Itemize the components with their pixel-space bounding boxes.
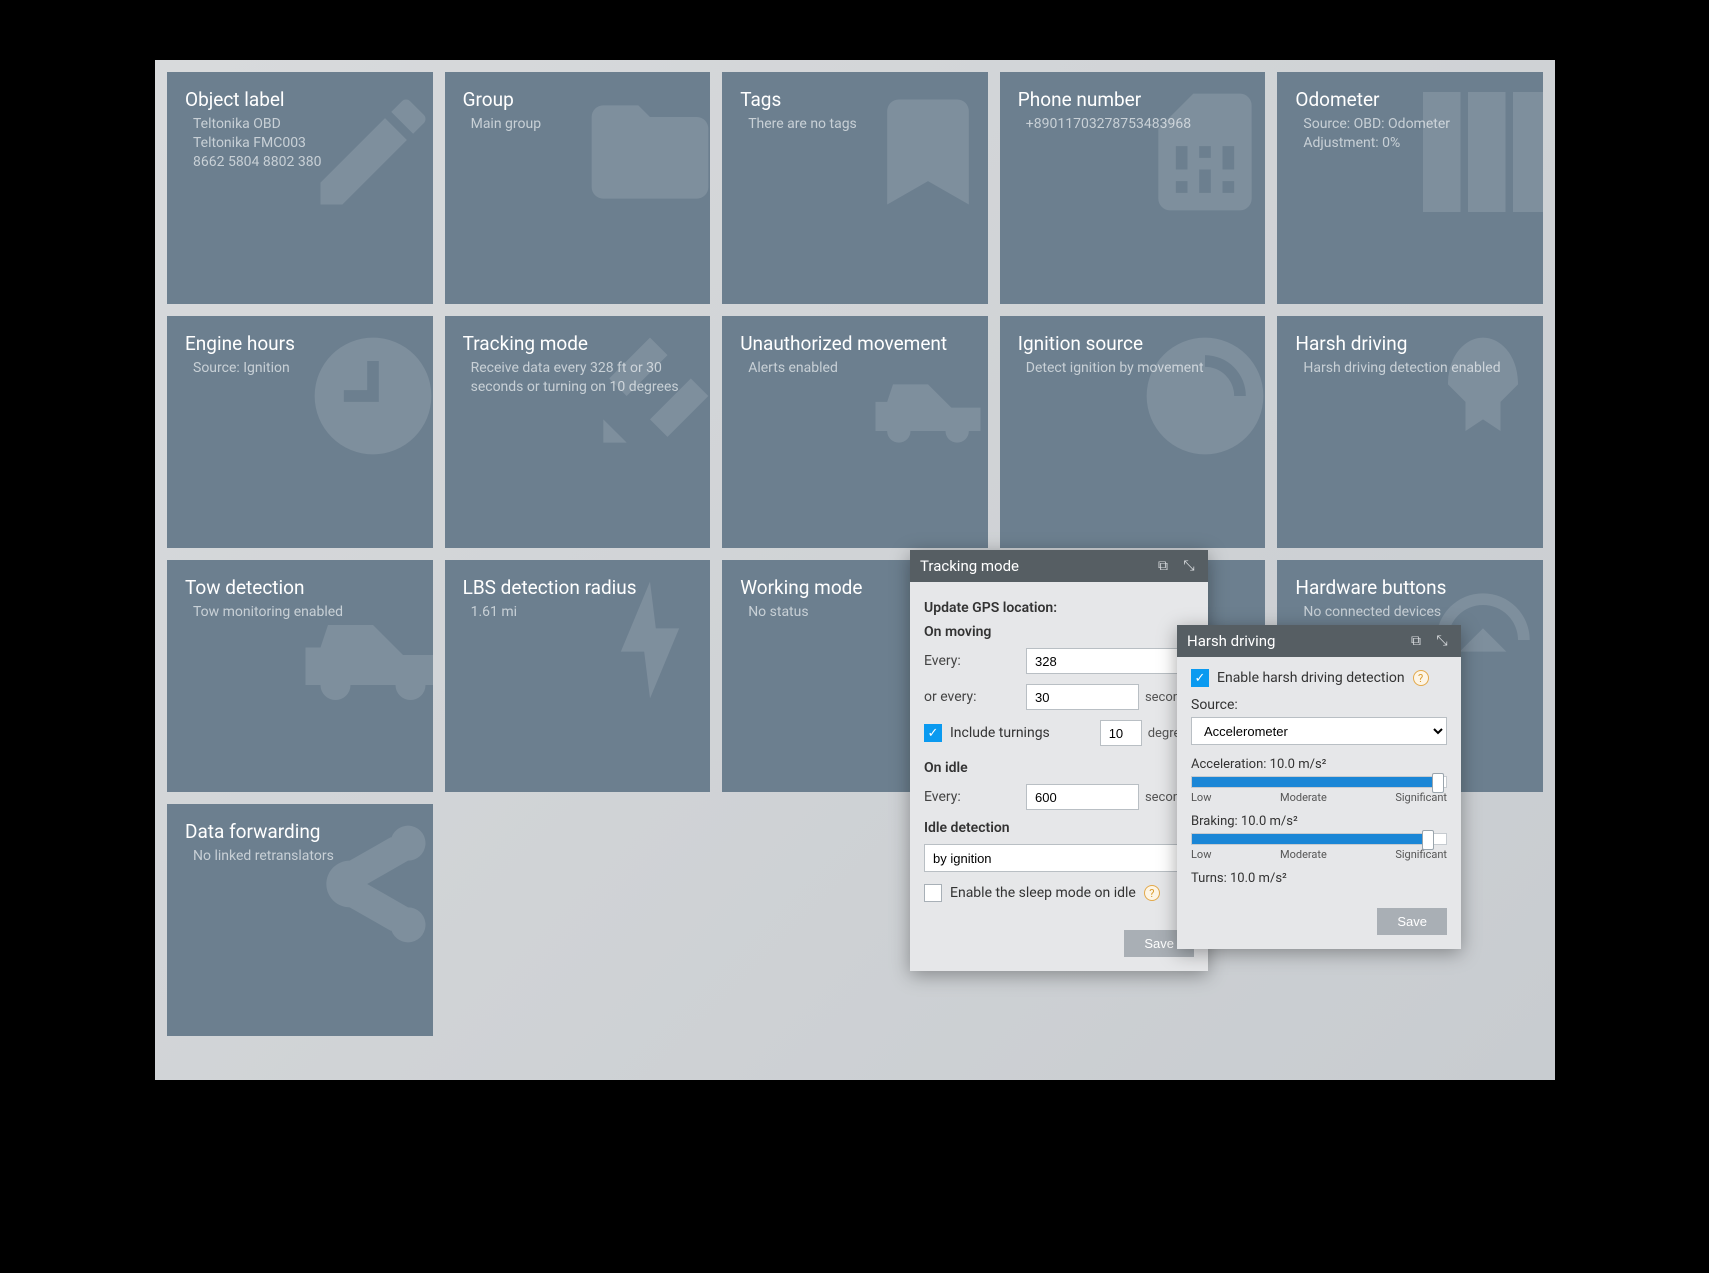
tile-odometer[interactable]: Odometer Source: OBD: Odometer Adjustmen… [1277, 72, 1543, 304]
distance-row: Every: ft [924, 648, 1194, 674]
braking-label: Braking: 10.0 m/s² [1191, 814, 1447, 829]
help-icon[interactable]: ? [1144, 885, 1160, 901]
tile-unauthorized-movement[interactable]: Unauthorized movement Alerts enabled [722, 316, 988, 548]
tile-title: Engine hours [185, 332, 415, 355]
include-turnings-checkbox[interactable]: ✓ Include turnings [924, 724, 1088, 742]
or-every-label: or every: [924, 689, 1014, 705]
tile-title: Ignition source [1018, 332, 1248, 355]
harsh-driving-dialog: Harsh driving ⧉ ⤡ ✓ Enable harsh driving… [1177, 625, 1461, 949]
dialog-header[interactable]: Tracking mode ⧉ ⤡ [910, 550, 1208, 582]
dialog-title: Harsh driving [1187, 632, 1399, 650]
tile-desc: No linked retranslators [185, 847, 415, 866]
minimize-icon[interactable]: ⤡ [1180, 557, 1198, 575]
idle-interval-input[interactable] [1026, 784, 1139, 810]
tile-desc: Detect ignition by movement [1018, 359, 1248, 378]
tile-desc: 1.61 mi [463, 603, 693, 622]
minimize-icon[interactable]: ⤡ [1433, 632, 1451, 650]
idle-detection-label: Idle detection [924, 820, 1194, 836]
tile-title: Tracking mode [463, 332, 693, 355]
tile-title: Phone number [1018, 88, 1248, 111]
tile-title: Unauthorized movement [740, 332, 970, 355]
source-label: Source: [1191, 697, 1447, 713]
enable-harsh-label: Enable harsh driving detection [1217, 670, 1405, 686]
slider-thumb[interactable] [1432, 773, 1444, 793]
include-turnings-label: Include turnings [950, 725, 1050, 741]
checkbox-unchecked-icon [924, 884, 942, 902]
sleep-mode-checkbox[interactable]: Enable the sleep mode on idle ? [924, 884, 1194, 902]
tile-ignition-source[interactable]: Ignition source Detect ignition by movem… [1000, 316, 1266, 548]
tile-title: Object label [185, 88, 415, 111]
every-label: Every: [924, 653, 1014, 669]
turns-label: Turns: 10.0 m/s² [1191, 871, 1447, 886]
tile-desc: There are no tags [740, 115, 970, 134]
idle-every-row: Every: seconds [924, 784, 1194, 810]
enable-harsh-checkbox[interactable]: ✓ Enable harsh driving detection ? [1191, 669, 1447, 687]
tile-object-label[interactable]: Object label Teltonika OBD Teltonika FMC… [167, 72, 433, 304]
tile-lbs-radius[interactable]: LBS detection radius 1.61 mi [445, 560, 711, 792]
checkbox-checked-icon: ✓ [924, 724, 942, 742]
sleep-mode-label: Enable the sleep mode on idle [950, 885, 1136, 901]
braking-slider[interactable] [1191, 833, 1447, 845]
save-button[interactable]: Save [1377, 908, 1447, 935]
tile-tags[interactable]: Tags There are no tags [722, 72, 988, 304]
tile-desc: Source: OBD: Odometer Adjustment: 0% [1295, 115, 1525, 153]
workspace: Object label Teltonika OBD Teltonika FMC… [155, 60, 1555, 1080]
dialog-header[interactable]: Harsh driving ⧉ ⤡ [1177, 625, 1461, 657]
interval-row: or every: seconds [924, 684, 1194, 710]
on-moving-label: On moving [924, 624, 1194, 640]
duplicate-icon[interactable]: ⧉ [1154, 557, 1172, 575]
interval-input[interactable] [1026, 684, 1139, 710]
tile-title: Hardware buttons [1295, 576, 1525, 599]
tile-desc: Tow monitoring enabled [185, 603, 415, 622]
dialog-body: ✓ Enable harsh driving detection ? Sourc… [1177, 657, 1461, 902]
idle-detection-input[interactable] [924, 844, 1194, 872]
tile-desc: Receive data every 328 ft or 30 seconds … [463, 359, 693, 397]
slider-thumb[interactable] [1422, 830, 1434, 850]
help-icon[interactable]: ? [1413, 670, 1429, 686]
checkbox-checked-icon: ✓ [1191, 669, 1209, 687]
tile-data-forwarding[interactable]: Data forwarding No linked retranslators [167, 804, 433, 1036]
slider-legend: Low Moderate Significant [1191, 791, 1447, 804]
tile-title: Group [463, 88, 693, 111]
tile-desc: No connected devices [1295, 603, 1525, 622]
dialog-body: Update GPS location: On moving Every: ft… [910, 582, 1208, 924]
tile-desc: Source: Ignition [185, 359, 415, 378]
slider-legend: Low Moderate Significant [1191, 848, 1447, 861]
dialog-title: Tracking mode [920, 557, 1146, 575]
tile-desc: Teltonika OBD Teltonika FMC003 8662 5804… [185, 115, 415, 172]
tile-title: LBS detection radius [463, 576, 693, 599]
tile-desc: Main group [463, 115, 693, 134]
acceleration-label: Acceleration: 10.0 m/s² [1191, 757, 1447, 772]
tile-harsh-driving[interactable]: Harsh driving Harsh driving detection en… [1277, 316, 1543, 548]
tile-engine-hours[interactable]: Engine hours Source: Ignition [167, 316, 433, 548]
tile-title: Harsh driving [1295, 332, 1525, 355]
tile-tracking-mode[interactable]: Tracking mode Receive data every 328 ft … [445, 316, 711, 548]
turn-input[interactable] [1100, 720, 1142, 746]
every-label: Every: [924, 789, 1014, 805]
acceleration-slider[interactable] [1191, 776, 1447, 788]
update-gps-label: Update GPS location: [924, 600, 1194, 616]
duplicate-icon[interactable]: ⧉ [1407, 632, 1425, 650]
source-select[interactable]: Accelerometer [1191, 717, 1447, 745]
tile-phone-number[interactable]: Phone number +89011703278753483968 [1000, 72, 1266, 304]
tile-desc: Alerts enabled [740, 359, 970, 378]
tile-title: Tags [740, 88, 970, 111]
tile-group[interactable]: Group Main group [445, 72, 711, 304]
tile-tow-detection[interactable]: Tow detection Tow monitoring enabled [167, 560, 433, 792]
distance-input[interactable] [1026, 648, 1179, 674]
tile-title: Data forwarding [185, 820, 415, 843]
tile-title: Odometer [1295, 88, 1525, 111]
tile-desc: +89011703278753483968 [1018, 115, 1248, 134]
turnings-row: ✓ Include turnings degrees [924, 720, 1194, 746]
on-idle-label: On idle [924, 760, 1194, 776]
tile-desc: Harsh driving detection enabled [1295, 359, 1525, 378]
tracking-mode-dialog: Tracking mode ⧉ ⤡ Update GPS location: O… [910, 550, 1208, 971]
tile-title: Tow detection [185, 576, 415, 599]
